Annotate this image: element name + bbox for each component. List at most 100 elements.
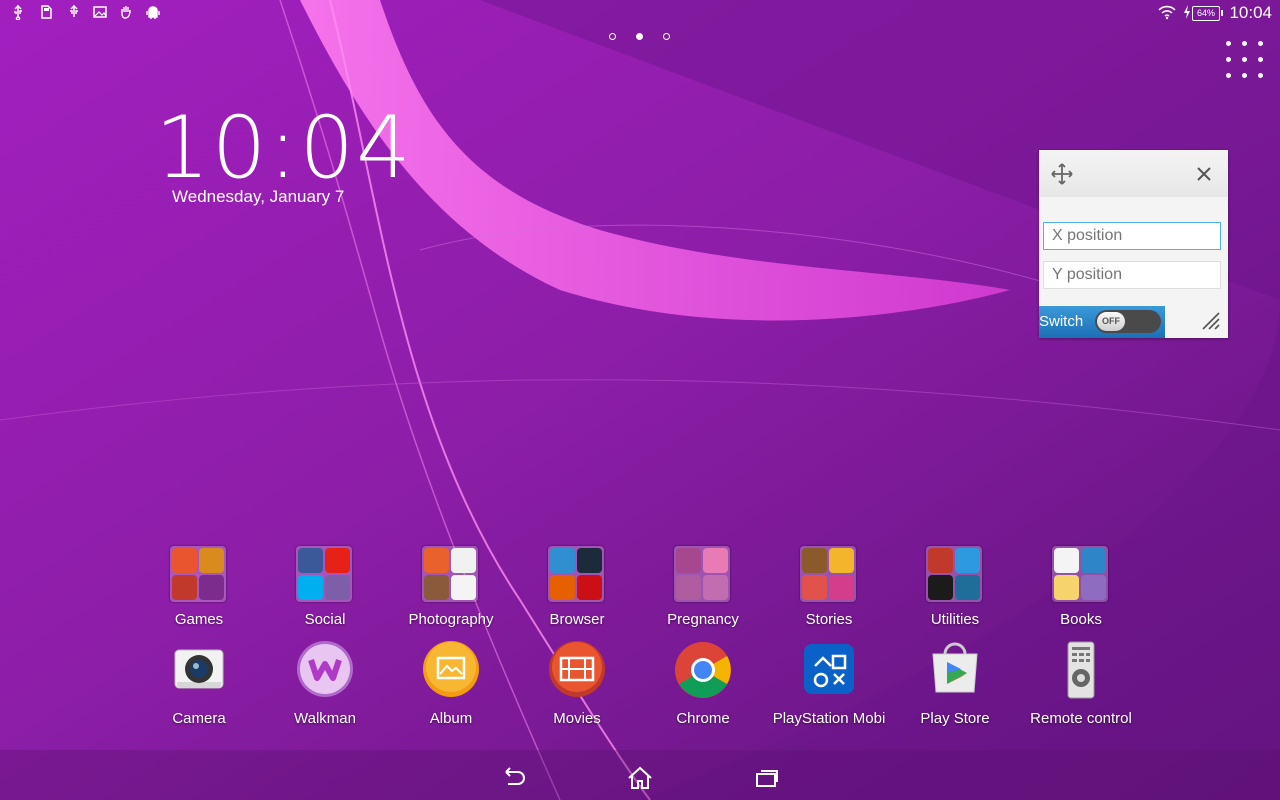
- folder-app-icon: [1081, 548, 1106, 573]
- switch-control[interactable]: Switch OFF: [1039, 306, 1165, 338]
- app-chrome[interactable]: Chrome: [640, 640, 766, 730]
- folder-icon: [674, 546, 730, 602]
- usb-debug-icon: [66, 4, 82, 20]
- page-dot-3[interactable]: [663, 33, 670, 40]
- apps-grid-icon[interactable]: [1222, 38, 1268, 84]
- folder-icon: [548, 546, 604, 602]
- folder-icon: [422, 546, 478, 602]
- folder-app-icon: [172, 575, 197, 600]
- folder-app-icon: [424, 575, 449, 600]
- folder-app-icon: [1054, 575, 1079, 600]
- folder-app-icon: [676, 575, 701, 600]
- folder-label: Books: [1060, 611, 1102, 628]
- folder-app-icon: [325, 575, 350, 600]
- y-position-input[interactable]: [1043, 261, 1221, 289]
- switch-toggle[interactable]: OFF: [1095, 310, 1161, 333]
- clock-widget-time[interactable]: 10:04: [155, 98, 413, 198]
- sd-card-icon: [38, 4, 54, 20]
- battery-indicator: 64%: [1192, 6, 1223, 21]
- folder-app-icon: [928, 575, 953, 600]
- folder-app-icon: [577, 548, 602, 573]
- folder-games[interactable]: Games: [136, 545, 262, 635]
- remote-control-icon: [1067, 641, 1095, 699]
- folder-label: Utilities: [930, 611, 980, 628]
- app-movies[interactable]: Movies: [514, 640, 640, 730]
- folder-label: Photography: [408, 611, 494, 628]
- folder-app-icon: [955, 548, 980, 573]
- folder-app-icon: [802, 548, 827, 573]
- image-icon: [92, 4, 108, 20]
- folder-app-icon: [424, 548, 449, 573]
- page-dot-2-active[interactable]: [636, 33, 643, 40]
- folder-app-icon: [298, 575, 323, 600]
- folder-label: Social: [304, 611, 346, 628]
- recents-icon[interactable]: [752, 766, 782, 790]
- folder-app-icon: [829, 548, 854, 573]
- folder-app-icon: [703, 548, 728, 573]
- app-playstation[interactable]: PlayStation Mobi: [766, 640, 892, 730]
- folder-icon: [1052, 546, 1108, 602]
- chrome-icon: [675, 642, 731, 698]
- walkman-icon: [297, 641, 353, 697]
- movies-icon: [549, 641, 605, 697]
- move-icon[interactable]: [1051, 163, 1073, 185]
- status-bar: 64% 10:04: [0, 0, 1280, 26]
- playstation-icon: [804, 644, 854, 694]
- folder-app-icon: [199, 575, 224, 600]
- folder-app-icon: [550, 548, 575, 573]
- folder-app-icon: [577, 575, 602, 600]
- folder-pregnancy[interactable]: Pregnancy: [640, 545, 766, 635]
- folder-utilities[interactable]: Utilities: [892, 545, 1018, 635]
- app-play-store[interactable]: Play Store: [892, 640, 1018, 730]
- folder-app-icon: [1081, 575, 1106, 600]
- status-clock: 10:04: [1229, 3, 1272, 22]
- folder-app-icon: [199, 548, 224, 573]
- folder-app-icon: [451, 575, 476, 600]
- widget-header[interactable]: [1039, 150, 1228, 197]
- charging-icon: [1182, 4, 1192, 20]
- album-icon: [423, 641, 479, 697]
- folder-app-icon: [298, 548, 323, 573]
- app-remote-control[interactable]: Remote control: [1018, 640, 1144, 730]
- folder-label: Browser: [549, 611, 605, 628]
- folder-icon: [170, 546, 226, 602]
- folder-social[interactable]: Social: [262, 545, 388, 635]
- folder-label: Games: [174, 611, 224, 628]
- folder-label: Pregnancy: [667, 611, 739, 628]
- folder-app-icon: [802, 575, 827, 600]
- folder-app-icon: [325, 548, 350, 573]
- folder-app-icon: [829, 575, 854, 600]
- app-walkman[interactable]: Walkman: [262, 640, 388, 730]
- folder-app-icon: [703, 575, 728, 600]
- floating-position-widget: Switch OFF: [1039, 150, 1228, 338]
- switch-label: Switch: [1039, 313, 1084, 330]
- back-icon[interactable]: [498, 766, 528, 790]
- app-album[interactable]: Album: [388, 640, 514, 730]
- x-position-input[interactable]: [1043, 222, 1221, 250]
- folder-icon: [800, 546, 856, 602]
- page-dot-1[interactable]: [609, 33, 616, 40]
- folder-app-icon: [550, 575, 575, 600]
- folder-icon: [296, 546, 352, 602]
- folder-app-icon: [928, 548, 953, 573]
- android-icon: [145, 4, 161, 20]
- folder-label: Stories: [805, 611, 853, 628]
- folder-books[interactable]: Books: [1018, 545, 1144, 635]
- folder-app-icon: [1054, 548, 1079, 573]
- resize-handle-icon[interactable]: [1200, 310, 1220, 330]
- app-camera[interactable]: Camera: [136, 640, 262, 730]
- folder-browser[interactable]: Browser: [514, 545, 640, 635]
- toggle-knob: OFF: [1097, 312, 1125, 331]
- folder-photography[interactable]: Photography: [388, 545, 514, 635]
- folder-app-icon: [676, 548, 701, 573]
- close-icon[interactable]: [1196, 166, 1212, 182]
- folder-app-icon: [451, 548, 476, 573]
- clock-widget-date: Wednesday, January 7: [172, 187, 345, 206]
- usb-icon: [10, 4, 26, 20]
- folder-app-icon: [955, 575, 980, 600]
- wifi-icon: [1158, 4, 1176, 20]
- play-store-icon: [932, 642, 978, 693]
- camera-icon: [174, 649, 224, 689]
- home-icon[interactable]: [625, 766, 655, 790]
- folder-stories[interactable]: Stories: [766, 545, 892, 635]
